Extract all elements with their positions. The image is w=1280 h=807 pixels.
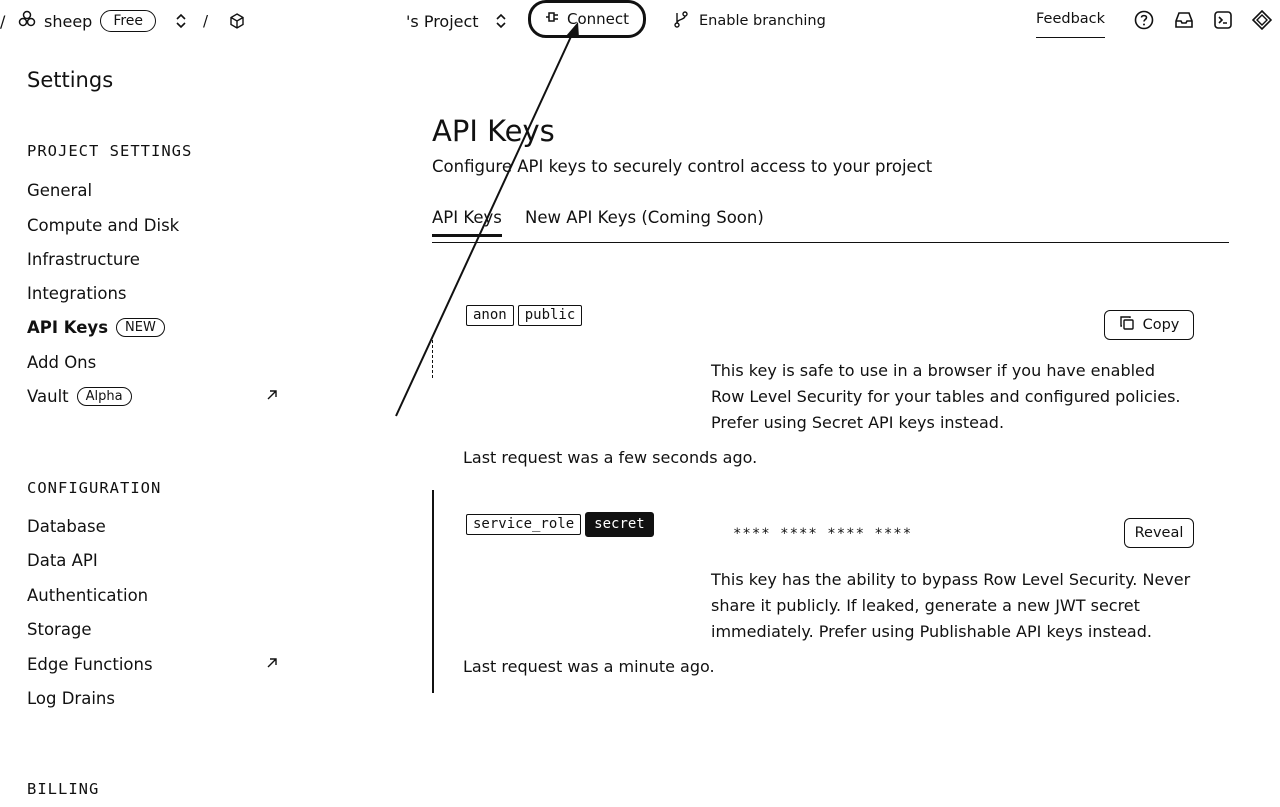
plan-badge: Free xyxy=(100,10,157,32)
service-key-description: This key has the ability to bypass Row L… xyxy=(711,570,1191,641)
sidebar-item-label: Vault xyxy=(27,387,69,406)
anon-key-tags: anon public xyxy=(466,304,586,326)
sidebar-item-label: Data API xyxy=(27,551,98,570)
breadcrumb-separator-left: / xyxy=(0,11,6,31)
top-navigation-bar: / sheep Free / 's Project Connect Enable… xyxy=(0,0,1280,42)
sidebar-item-label: Edge Functions xyxy=(27,655,153,674)
configuration-heading: CONFIGURATION xyxy=(27,479,162,497)
sidebar-item-label: Infrastructure xyxy=(27,250,140,269)
assistant-icon[interactable] xyxy=(1251,9,1273,31)
feedback-button[interactable]: Feedback xyxy=(1036,0,1106,38)
feedback-label: Feedback xyxy=(1036,10,1106,27)
terminal-icon[interactable] xyxy=(1212,9,1234,31)
sidebar-item-label: Add Ons xyxy=(27,353,97,372)
divider xyxy=(432,340,435,378)
help-circle-icon[interactable] xyxy=(1133,9,1155,31)
cube-icon xyxy=(228,0,246,42)
sidebar-item-label: Integrations xyxy=(27,284,127,303)
sidebar-item-general[interactable]: General xyxy=(27,181,92,200)
project-name: 's Project xyxy=(406,11,479,31)
sidebar-item-vault[interactable]: Vault Alpha xyxy=(27,387,132,406)
branch-icon xyxy=(673,10,689,32)
sidebar-item-data-api[interactable]: Data API xyxy=(27,551,98,570)
billing-heading: BILLING xyxy=(27,780,100,798)
project-settings-heading: PROJECT SETTINGS xyxy=(27,142,193,160)
org-selector[interactable]: sheep Free xyxy=(18,0,157,42)
sidebar-item-label: API Keys xyxy=(27,318,109,337)
branching-label: Enable branching xyxy=(699,13,826,29)
service-key-tags: service_role secret xyxy=(466,512,658,537)
plug-icon xyxy=(545,10,561,28)
connect-button[interactable]: Connect xyxy=(528,0,646,38)
external-link-icon xyxy=(266,389,278,405)
breadcrumb-separator: / xyxy=(203,12,209,30)
sidebar-item-integrations[interactable]: Integrations xyxy=(27,284,127,303)
sidebar-item-label: General xyxy=(27,181,93,200)
sidebar-item-label: Compute and Disk xyxy=(27,216,180,235)
tab-new-api-keys[interactable]: New API Keys (Coming Soon) xyxy=(525,208,764,227)
sidebar-item-database[interactable]: Database xyxy=(27,517,106,536)
sidebar-item-storage[interactable]: Storage xyxy=(27,620,92,639)
sidebar-title: Settings xyxy=(27,68,114,92)
chevron-up-down-icon[interactable] xyxy=(174,0,188,42)
org-name: sheep xyxy=(44,11,93,31)
inbox-icon[interactable] xyxy=(1173,9,1195,31)
sidebar-item-edge-functions[interactable]: Edge Functions xyxy=(27,655,153,674)
masked-key-value: **** **** **** **** xyxy=(733,526,913,542)
sidebar-item-add-ons[interactable]: Add Ons xyxy=(27,353,96,372)
anon-key-description: This key is safe to use in a browser if … xyxy=(711,361,1181,432)
secret-tag: secret xyxy=(585,512,654,537)
service-role-tag: service_role xyxy=(466,514,582,535)
sidebar-item-authentication[interactable]: Authentication xyxy=(27,586,148,605)
new-badge: NEW xyxy=(116,318,165,337)
service-last-request: Last request was a minute ago. xyxy=(463,657,715,676)
public-tag: public xyxy=(517,305,583,326)
sidebar-item-label: Authentication xyxy=(27,586,149,605)
sidebar-item-log-drains[interactable]: Log Drains xyxy=(27,689,115,708)
copy-icon xyxy=(1119,315,1135,335)
sidebar-item-label: Database xyxy=(27,517,106,536)
tab-bar: API Keys New API Keys (Coming Soon) xyxy=(432,206,1229,243)
sidebar-item-infrastructure[interactable]: Infrastructure xyxy=(27,250,140,269)
page-title: API Keys xyxy=(432,114,555,148)
tab-api-keys[interactable]: API Keys xyxy=(432,208,502,237)
copy-button[interactable]: Copy xyxy=(1104,310,1194,340)
anon-last-request: Last request was a few seconds ago. xyxy=(463,448,758,467)
external-link-icon xyxy=(266,657,278,673)
page-subtitle: Configure API keys to securely control a… xyxy=(432,157,933,176)
reveal-button[interactable]: Reveal xyxy=(1124,518,1194,548)
settings-sidebar: Settings PROJECT SETTINGS General Comput… xyxy=(0,42,300,807)
anon-tag: anon xyxy=(466,305,514,326)
org-icon xyxy=(18,10,36,32)
section-divider xyxy=(432,490,434,693)
copy-label: Copy xyxy=(1142,317,1180,333)
sidebar-item-label: Storage xyxy=(27,620,92,639)
sidebar-item-label: Log Drains xyxy=(27,689,115,708)
sidebar-item-compute-and-disk[interactable]: Compute and Disk xyxy=(27,216,179,235)
alpha-badge: Alpha xyxy=(76,387,132,406)
project-selector[interactable]: 's Project xyxy=(406,0,479,42)
connect-label: Connect xyxy=(566,10,630,28)
enable-branching-button[interactable]: Enable branching xyxy=(673,0,826,42)
sidebar-item-api-keys[interactable]: API Keys NEW xyxy=(27,318,165,337)
project-chevron-up-down-icon[interactable] xyxy=(494,0,508,42)
